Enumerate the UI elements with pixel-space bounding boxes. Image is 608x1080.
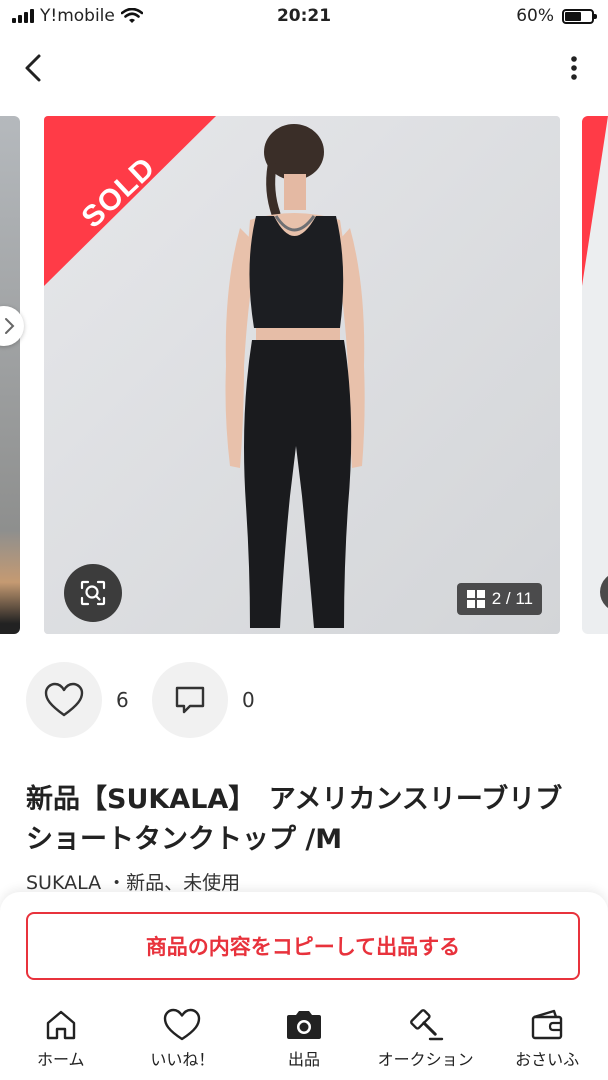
top-nav — [0, 40, 608, 96]
comment-count: 0 — [242, 688, 255, 712]
wallet-icon — [531, 1009, 563, 1040]
tab-home[interactable]: ホーム — [0, 1008, 122, 1078]
tab-likes[interactable]: いいね！ — [122, 1008, 244, 1078]
auction-hammer-icon — [409, 1009, 443, 1041]
carousel-arrow-button[interactable] — [0, 306, 24, 346]
back-button[interactable] — [18, 50, 50, 86]
copy-listing-button[interactable]: 商品の内容をコピーして出品する — [26, 912, 580, 980]
product-meta: SUKALA ・新品、未使用 — [26, 872, 241, 894]
grid-icon — [466, 590, 485, 608]
comment-bubble-icon — [175, 686, 205, 714]
bottom-panel: 商品の内容をコピーして出品する ホーム いいね！ 出品 オークション おさいふ — [0, 892, 608, 1080]
image-carousel[interactable]: SOLD 2 / 11 — [0, 116, 608, 636]
product-title: 新品【SUKALA】 アメリカンスリーブリブショートタンクトップ /M — [26, 784, 563, 855]
tab-home-label: ホーム — [37, 1050, 85, 1069]
battery-percent: 60% — [516, 6, 554, 26]
like-count: 6 — [116, 688, 129, 712]
tab-wallet[interactable]: おさいふ — [486, 1008, 608, 1078]
tab-bar: ホーム いいね！ 出品 オークション おさいふ — [0, 1008, 608, 1078]
zoom-search-icon — [80, 580, 106, 606]
action-row: 6 0 — [26, 662, 278, 738]
status-right: 60% — [516, 6, 597, 26]
heart-icon — [44, 682, 84, 717]
tab-sell-label: 出品 — [287, 1050, 320, 1069]
camera-icon — [286, 1011, 321, 1039]
comment-button[interactable] — [152, 662, 228, 738]
tab-sell[interactable]: 出品 — [243, 1008, 365, 1078]
tab-likes-label: いいね！ — [150, 1050, 215, 1069]
image-zoom-button[interactable] — [64, 564, 122, 622]
battery-icon — [562, 8, 597, 24]
like-button[interactable] — [26, 662, 102, 738]
previous-image-peek[interactable] — [0, 116, 20, 634]
status-bar: Y!mobile 20:21 60% — [0, 0, 608, 34]
tab-auction[interactable]: オークション — [365, 1008, 487, 1078]
tab-wallet-label: おさいふ — [515, 1050, 580, 1069]
chevron-right-icon — [5, 318, 15, 334]
image-counter[interactable]: 2 / 11 — [456, 583, 542, 615]
product-image[interactable]: SOLD 2 / 11 — [44, 116, 560, 634]
next-image-peek[interactable] — [582, 116, 608, 634]
tab-auction-label: オークション — [377, 1050, 474, 1069]
heart-icon — [164, 1008, 201, 1041]
home-icon — [46, 1010, 75, 1040]
battery-fill — [565, 11, 581, 21]
image-counter-text: 2 / 11 — [491, 589, 533, 608]
more-options-button[interactable] — [568, 54, 580, 84]
